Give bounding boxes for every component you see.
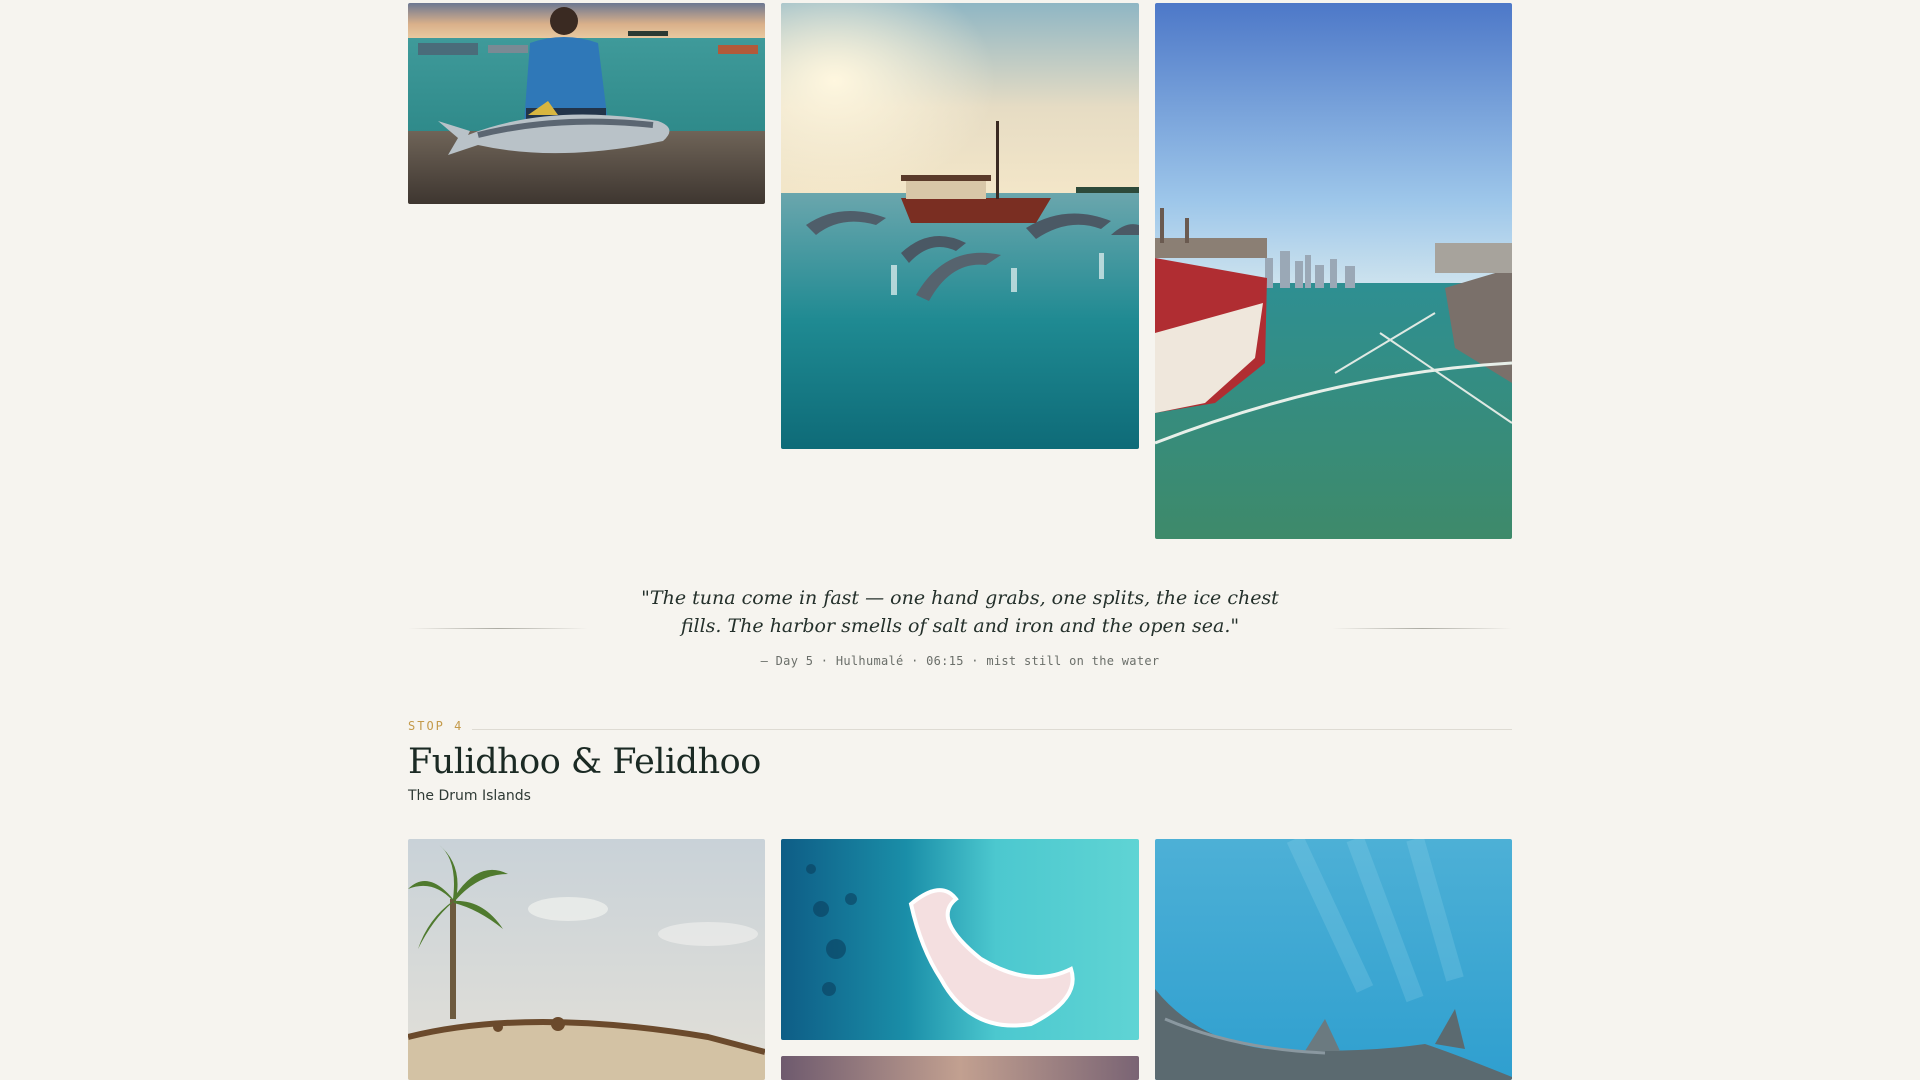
stop-divider xyxy=(472,729,1512,730)
photo-sandbank-aerial[interactable] xyxy=(781,839,1139,1040)
photo-sunset-sky[interactable] xyxy=(781,1056,1139,1080)
palm-drum-image xyxy=(408,839,765,1080)
sandbank-aerial-image xyxy=(781,839,1139,1040)
sunset-sky-image xyxy=(781,1056,1139,1080)
photo-harbor-skyline[interactable] xyxy=(1155,3,1512,539)
stop-label: STOP 4 xyxy=(408,719,464,733)
pull-quote: "The tuna come in fast — one hand grabs,… xyxy=(408,584,1512,674)
dolphins-boat-image xyxy=(781,3,1139,449)
fisherman-tuna-image xyxy=(408,3,765,204)
quote-divider-right xyxy=(1332,628,1512,629)
photo-fisherman-tuna[interactable] xyxy=(408,3,765,204)
photo-dolphins-boat[interactable] xyxy=(781,3,1139,449)
stop-subtitle: The Drum Islands xyxy=(408,788,531,804)
photo-shark-underwater[interactable] xyxy=(1155,839,1512,1080)
quote-caption: — Day 5 · Hulhumalé · 06:15 · mist still… xyxy=(760,654,1160,668)
harbor-skyline-image xyxy=(1155,3,1512,539)
quote-text: "The tuna come in fast — one hand grabs,… xyxy=(641,587,1279,637)
quote-divider-left xyxy=(408,628,588,629)
stop-title: Fulidhoo & Felidhoo xyxy=(408,742,761,782)
photo-palm-drum[interactable] xyxy=(408,839,765,1080)
shark-underwater-image xyxy=(1155,839,1512,1080)
